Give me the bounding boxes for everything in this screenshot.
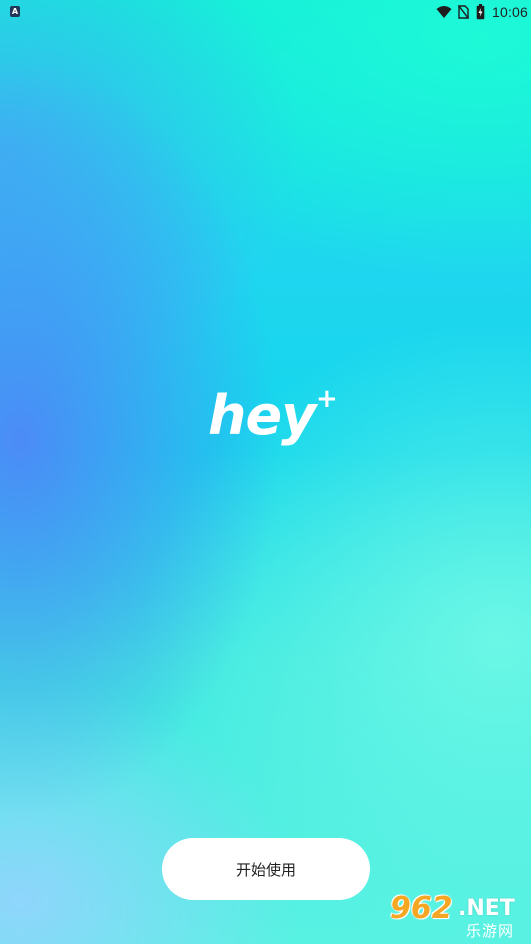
status-time: 10:06: [492, 4, 529, 20]
no-sim-icon: [458, 5, 469, 19]
watermark-site-name: 乐游网: [466, 922, 515, 940]
watermark-number: 962: [390, 891, 453, 926]
logo-text: hey: [208, 384, 316, 447]
battery-icon: [476, 4, 485, 20]
accessibility-icon: A: [10, 6, 20, 17]
hey-plus-logo: hey +: [208, 386, 338, 456]
start-button[interactable]: 开始使用: [162, 838, 370, 900]
app-screen: A 10:06 hey + 开始使用 962 .NET 乐游网: [0, 0, 531, 944]
watermark-domain: .NET: [458, 896, 515, 921]
start-button-label: 开始使用: [235, 860, 296, 879]
watermark-logo: 962 .NET 乐游网: [390, 892, 531, 944]
wifi-icon: [436, 6, 452, 18]
status-bar: A 10:06: [0, 0, 531, 24]
logo-plus-icon: +: [316, 384, 338, 414]
